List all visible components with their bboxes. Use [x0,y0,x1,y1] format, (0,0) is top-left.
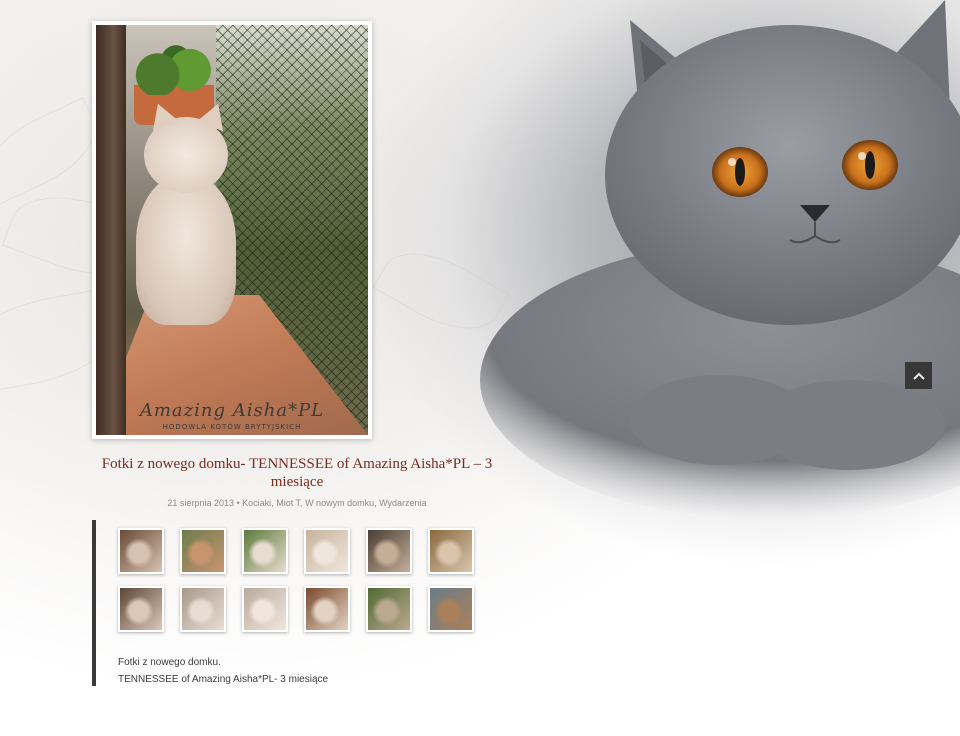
category-link[interactable]: W nowym domku [305,498,374,508]
thumbnail-image [244,588,286,630]
gallery-thumbnail-kitten-face-light[interactable] [180,586,226,632]
post-excerpt: Fotki z nowego domku. TENNESSEE of Amazi… [118,657,329,685]
scroll-to-top-button[interactable] [905,362,932,389]
thumbnail-image [120,530,162,572]
thumbnail-image [306,530,348,572]
logo-watermark: Amazing Aisha*PL [139,400,325,421]
gallery-thumbnail-kitten-on-balcony[interactable] [180,528,226,574]
gallery-thumbnail-kitten-at-lattice-2[interactable] [118,586,164,632]
thumbnail-image [368,530,410,572]
category-link[interactable]: Kociaki [242,498,271,508]
logo-watermark-subtitle: HODOWLA KOTÓW BRYTYJSKICH [162,423,302,431]
thumbnail-image [306,588,348,630]
featured-photo-kitten: Amazing Aisha*PL HODOWLA KOTÓW BRYTYJSKI… [96,25,368,435]
chevron-up-icon [912,372,925,380]
post-content: Fotki z nowego domku. TENNESSEE of Amazi… [92,520,506,686]
thumbnail-image [430,530,472,572]
thumbnail-image [244,530,286,572]
category-link[interactable]: Wydarzenia [379,498,426,508]
gallery-thumbnail-kitten-lying-green[interactable] [242,528,288,574]
thumbnail-image [120,588,162,630]
kitten-figure [136,175,236,325]
gallery-thumbnail-kitten-on-chair[interactable] [304,586,350,632]
thumbnail-image [182,530,224,572]
gallery-thumbnail-kitten-in-basket-2[interactable] [428,586,474,632]
thumbnail-image [182,588,224,630]
gallery-thumbnail-kitten-at-lattice[interactable] [118,528,164,574]
gallery-thumbnail-kitten-closeup-dark[interactable] [366,528,412,574]
thumbnail-image [368,588,410,630]
gallery-thumbnail-kitten-in-garden[interactable] [366,586,412,632]
gallery-thumbnail-kitten-portrait[interactable] [242,586,288,632]
gallery-thumbnail-kitten-sleeping[interactable] [304,528,350,574]
thumbnail-image [430,588,472,630]
featured-image[interactable]: Amazing Aisha*PL HODOWLA KOTÓW BRYTYJSKI… [92,21,372,439]
post-date: 21 sierpnia 2013 [167,498,234,508]
post-meta: 21 sierpnia 2013 • Kociaki, Miot T, W no… [167,498,427,508]
post-title-link[interactable]: Fotki z nowego domku- TENNESSEE of Amazi… [92,455,502,491]
gallery-thumbnail-kitten-in-basket[interactable] [428,528,474,574]
category-link[interactable]: Miot T [276,498,300,508]
